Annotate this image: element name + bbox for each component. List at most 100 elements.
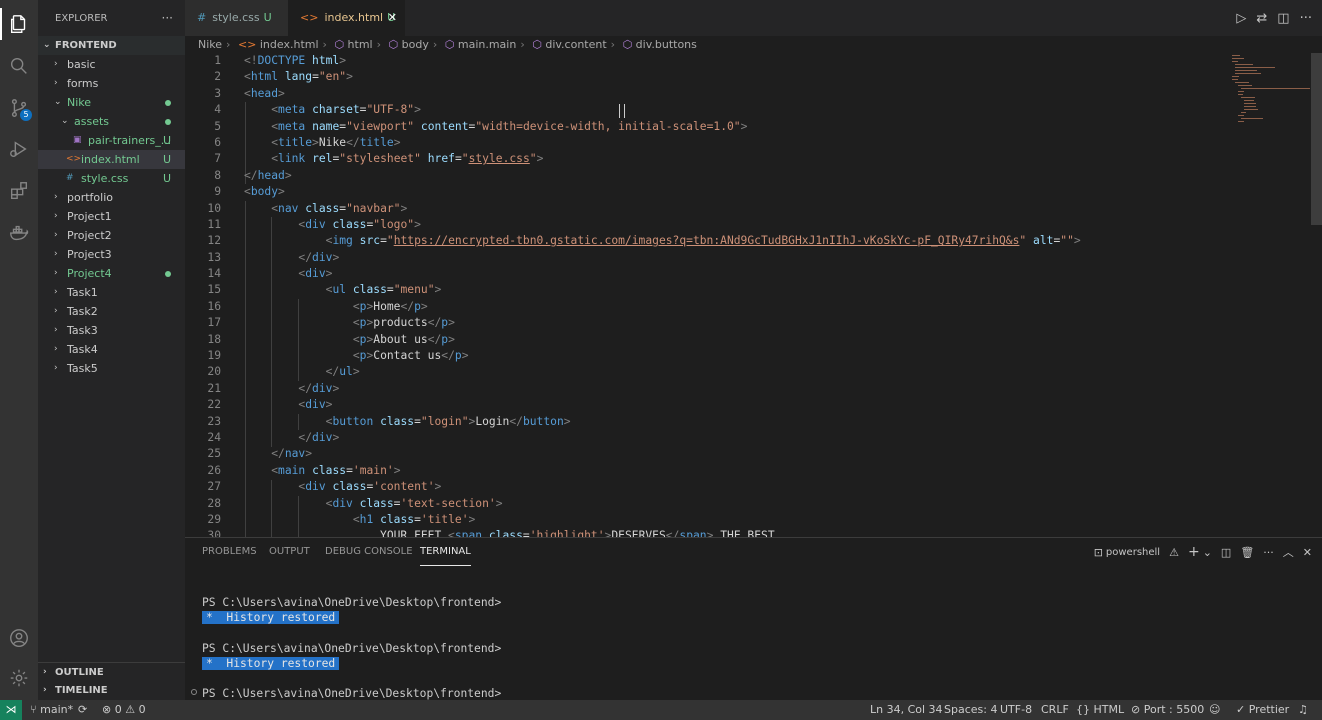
timeline-section[interactable]: › TIMELINE <box>38 681 185 700</box>
git-branch[interactable]: ⑂ main* <box>30 700 73 720</box>
branch-icon: ⑂ <box>30 703 41 716</box>
outline-section[interactable]: › OUTLINE <box>38 662 185 681</box>
tab-terminal[interactable]: TERMINAL <box>420 538 471 566</box>
remote-icon[interactable]: ⋊ <box>0 700 22 720</box>
tree-item[interactable]: ⌄ Nike <box>38 93 185 112</box>
tree-item[interactable]: › Project1 <box>38 207 185 226</box>
tree-item[interactable]: › portfolio <box>38 188 185 207</box>
activity-bar: 5 <box>0 0 38 700</box>
tree-item[interactable]: › Task4 <box>38 340 185 359</box>
tree-item[interactable]: › forms <box>38 74 185 93</box>
encoding[interactable]: UTF-8 <box>1000 700 1032 720</box>
editor-actions: ▷ ⇄ ◫ ··· <box>1236 0 1312 36</box>
account-icon[interactable] <box>0 619 38 657</box>
breadcrumb-item[interactable]: main.main <box>458 38 516 51</box>
editor-scrollbar[interactable] <box>1311 53 1322 537</box>
compare-changes-icon[interactable]: ⇄ <box>1256 11 1267 26</box>
line-source: <link rel="stylesheet" href="style.css"> <box>271 152 544 166</box>
workspace-root[interactable]: ⌄ FRONTEND <box>38 36 185 55</box>
explorer-sidebar: EXPLORER ··· ⌄ FRONTEND › basic › forms ⌄ Nik… <box>38 0 185 700</box>
tab-problems[interactable]: PROBLEMS <box>202 538 257 566</box>
split-terminal-icon[interactable]: ◫ <box>1221 546 1231 559</box>
settings-gear-icon[interactable] <box>0 659 38 697</box>
line-number: 28 <box>207 496 221 510</box>
run-debug-icon[interactable] <box>0 130 38 168</box>
line-number: 22 <box>207 398 221 412</box>
minimap[interactable] <box>1230 53 1310 143</box>
live-server-port[interactable]: ⊘ Port : 5500 <box>1131 700 1204 720</box>
line-source: </nav> <box>271 447 313 461</box>
chevron-right-icon: › <box>54 59 58 69</box>
tree-item[interactable]: › Task5 <box>38 359 185 378</box>
line-number: 7 <box>214 152 221 166</box>
trash-icon[interactable]: 🗑 <box>1240 546 1254 559</box>
breadcrumb-item[interactable]: div.buttons <box>636 38 697 51</box>
sync-icon[interactable]: ⟳ <box>78 700 87 720</box>
problems-indicator[interactable]: ⊗ 0 ⚠ 0 <box>102 700 146 720</box>
tab-debug-console[interactable]: DEBUG CONSOLE <box>325 538 413 566</box>
html-file-icon: <> <box>66 154 82 164</box>
new-terminal-icon[interactable]: + <box>1188 544 1200 560</box>
tree-item[interactable]: › Task3 <box>38 321 185 340</box>
element-icon: ⬡ <box>532 38 542 51</box>
breadcrumb-item[interactable]: div.content <box>545 38 606 51</box>
language-mode[interactable]: {} HTML <box>1076 700 1124 720</box>
scrollbar-thumb[interactable] <box>1311 53 1322 225</box>
tree-item-label: basic <box>67 58 96 71</box>
tree-item-label: forms <box>67 77 99 90</box>
bottom-panel: PROBLEMS OUTPUT DEBUG CONSOLE TERMINAL ⊡… <box>185 537 1322 700</box>
line-ending[interactable]: CRLF <box>1041 700 1069 720</box>
line-source: </div> <box>298 381 340 395</box>
tab-output[interactable]: OUTPUT <box>269 538 310 566</box>
notifications-bell-icon[interactable]: ♫ <box>1298 700 1308 720</box>
maximize-panel-icon[interactable]: ︿ <box>1283 544 1294 560</box>
chevron-down-icon[interactable]: ⌄ <box>1203 546 1212 559</box>
code-line: 6 <title>Nike</title> <box>185 135 1230 151</box>
tree-item[interactable]: › Task1 <box>38 283 185 302</box>
source-control-icon[interactable]: 5 <box>0 89 38 127</box>
tree-item-label: style.css <box>81 172 129 185</box>
tree-item[interactable]: › Project2 <box>38 226 185 245</box>
more-actions-icon[interactable]: ··· <box>1263 546 1274 559</box>
code-line: 19 <p>Contact us</p> <box>185 348 1230 364</box>
code-line: 2 <html lang="en"> <box>185 69 1230 85</box>
breadcrumb-item[interactable]: html <box>348 38 373 51</box>
extensions-icon[interactable] <box>0 172 38 210</box>
tree-item[interactable]: ▣ pair-trainers_... U <box>38 131 185 150</box>
more-actions-icon[interactable]: ··· <box>1300 11 1312 26</box>
code-editor[interactable]: 1 <!DOCTYPE html> 2 <html lang="en"> 3 <head>… <box>185 53 1230 537</box>
code-line: 15 <ul class="menu"> <box>185 282 1230 298</box>
code-line: 14 <div> <box>185 266 1230 282</box>
breadcrumb-item[interactable]: Nike <box>198 38 222 51</box>
file-tree: › basic › forms ⌄ Nike ⌄ assets ▣ pair-trainers_.… <box>38 55 185 378</box>
more-actions-icon[interactable]: ··· <box>162 11 173 25</box>
tree-item[interactable]: › Project3 <box>38 245 185 264</box>
breadcrumb-item[interactable]: index.html <box>260 38 319 51</box>
explorer-title: EXPLORER <box>55 12 108 24</box>
tree-item[interactable]: # style.css U <box>38 169 185 188</box>
terminal-icon: ⊡ <box>1093 545 1103 559</box>
tree-item[interactable]: › basic <box>38 55 185 74</box>
code-line: 28 <div class='text-section'> <box>185 496 1230 512</box>
shell-name[interactable]: powershell <box>1106 547 1160 558</box>
close-panel-icon[interactable]: ✕ <box>1303 546 1312 559</box>
tab-index-html[interactable]: <> index.html U ✕ <box>288 0 405 36</box>
copilot-icon[interactable]: ☺ <box>1209 700 1220 720</box>
docker-icon[interactable] <box>0 214 38 252</box>
tree-item[interactable]: ⌄ assets <box>38 112 185 131</box>
search-icon[interactable] <box>0 47 38 85</box>
tab-style-css[interactable]: # style.css U <box>185 0 288 36</box>
close-tab-icon[interactable]: ✕ <box>388 0 397 36</box>
split-editor-icon[interactable]: ◫ <box>1277 11 1289 26</box>
line-source: <title>Nike</title> <box>271 135 401 149</box>
cursor-position[interactable]: Ln 34, Col 34 <box>870 700 943 720</box>
tree-item[interactable]: <> index.html U <box>38 150 185 169</box>
html-file-icon: <> <box>237 38 257 51</box>
explorer-icon[interactable] <box>0 5 38 43</box>
tree-item[interactable]: › Task2 <box>38 302 185 321</box>
indentation[interactable]: Spaces: 4 <box>944 700 997 720</box>
run-icon[interactable]: ▷ <box>1236 11 1246 26</box>
breadcrumb-item[interactable]: body <box>402 38 429 51</box>
prettier-status[interactable]: ✓ Prettier <box>1236 700 1289 720</box>
tree-item[interactable]: › Project4 <box>38 264 185 283</box>
